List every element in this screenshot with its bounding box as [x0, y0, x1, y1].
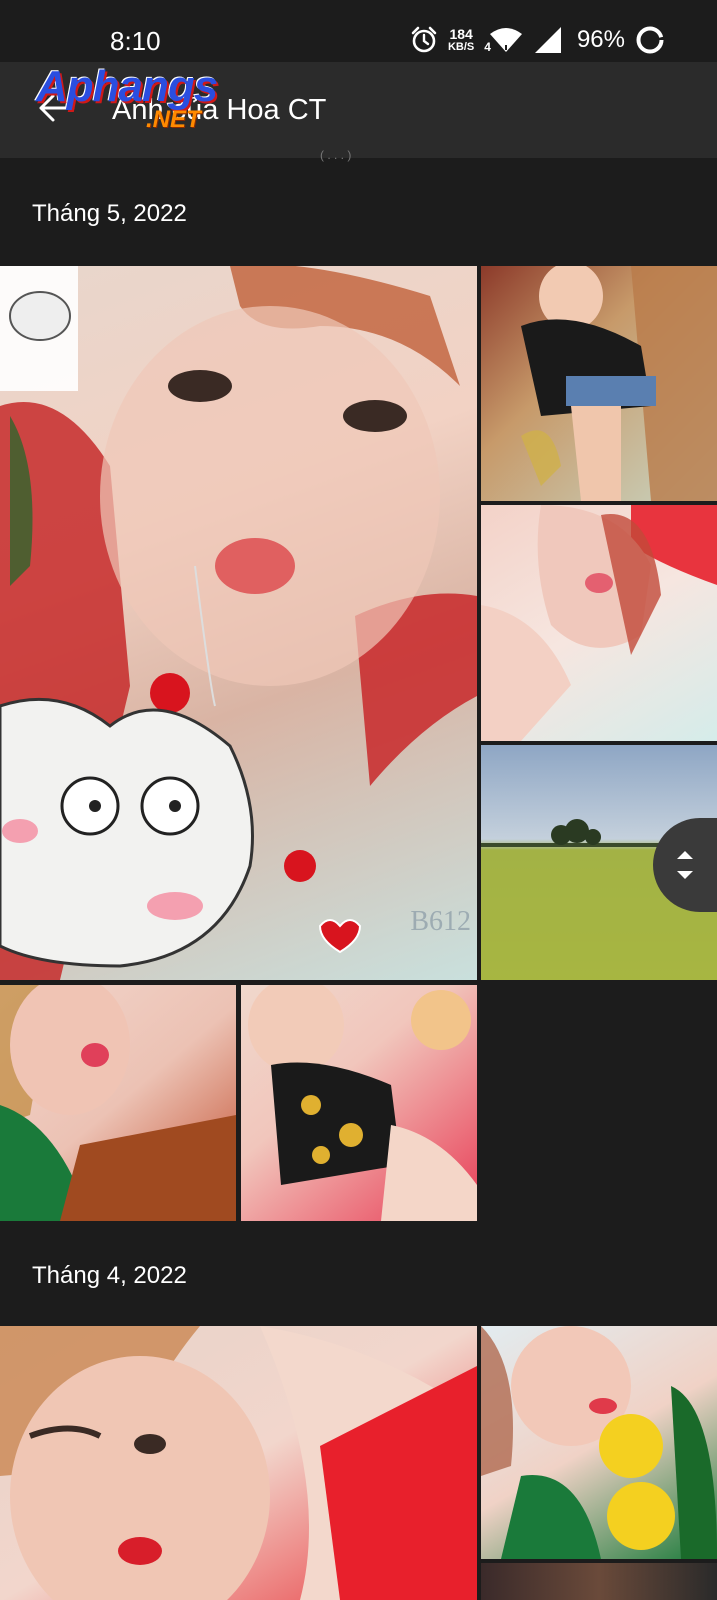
watermark-main: Aphangs — [36, 62, 218, 111]
photo-content — [0, 985, 236, 1221]
month-section-may-2022: Tháng 5, 2022 — [0, 158, 717, 258]
photo-content — [521, 266, 717, 501]
photo-content — [0, 1326, 477, 1600]
status-icons: 184 KB/S 4 96% — [410, 22, 665, 58]
photo-content — [248, 985, 477, 1221]
net-speed-value: 184 — [449, 26, 473, 42]
photo-thumbnail[interactable] — [0, 1326, 477, 1600]
wifi-icon — [489, 28, 522, 52]
photo-thumbnail[interactable] — [481, 1326, 717, 1559]
photo-content — [481, 1326, 717, 1559]
photo-thumbnail[interactable] — [481, 505, 717, 741]
month-header: Tháng 4, 2022 — [32, 1262, 187, 1289]
month-section-apr-2022: Tháng 4, 2022 — [0, 1224, 717, 1324]
photo-thumbnail[interactable] — [481, 1563, 717, 1600]
photo-stamp: B612 — [410, 906, 471, 937]
alarm-clock-icon — [411, 26, 437, 53]
photo-thumbnail[interactable] — [241, 985, 477, 1221]
status-bar: 8:10 184 KB/S 4 96% — [0, 0, 717, 62]
app-bar: Ảnh của Hoa CT Aphangs .NET ( . . . ) — [0, 62, 717, 162]
photo-content — [481, 505, 717, 741]
photo-thumbnail[interactable] — [481, 266, 717, 501]
battery-percent: 96% — [576, 26, 625, 53]
scroll-handle-icon — [677, 851, 693, 879]
battery-ring-icon — [636, 26, 664, 54]
net-speed-unit: KB/S — [447, 41, 475, 53]
photo-content — [0, 266, 477, 980]
photo-thumbnail[interactable]: B612 — [0, 266, 477, 980]
net-speed: 184 KB/S — [448, 27, 474, 53]
month-header: Tháng 5, 2022 — [32, 200, 187, 227]
status-time: 8:10 — [110, 26, 161, 56]
photo-thumbnail[interactable] — [0, 985, 236, 1221]
cell-signal-icon — [534, 27, 561, 53]
watermark-suffix: .NET — [146, 106, 201, 133]
